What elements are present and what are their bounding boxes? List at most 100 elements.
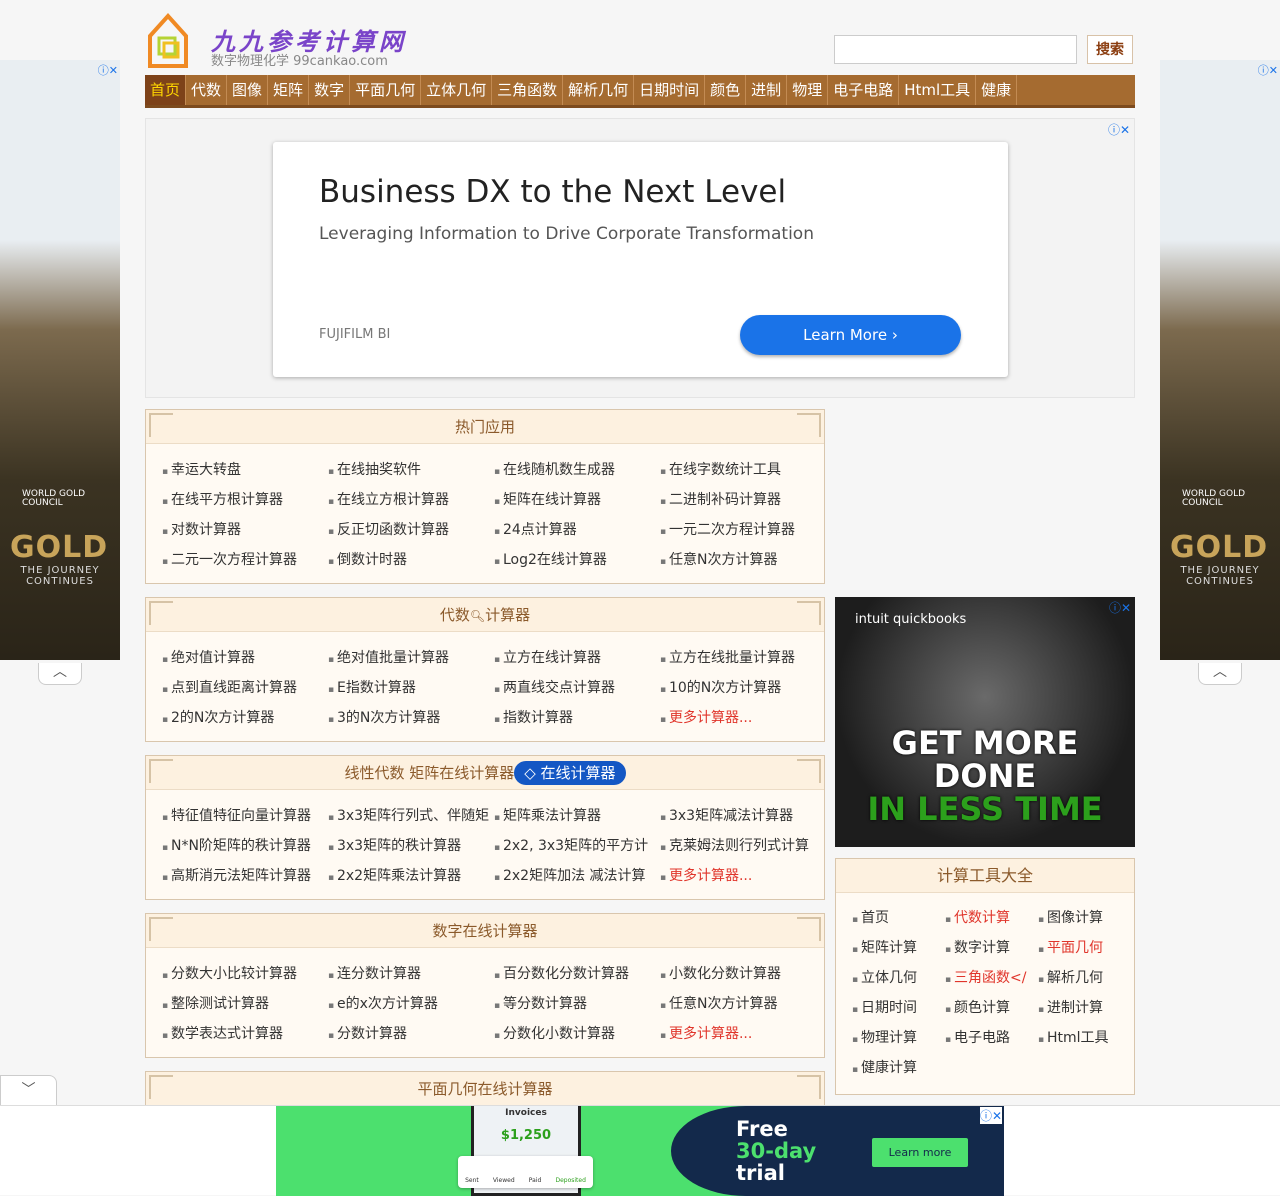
calculator-link[interactable]: 2x2矩阵加法 减法计算 [494,861,660,891]
ad-close-icon[interactable]: ⓘ✕ [98,62,118,78]
tool-link[interactable]: 电子电路 [945,1023,1038,1053]
tool-link[interactable]: 首页 [852,903,945,933]
ad-close-icon[interactable]: ⓘ✕ [979,1107,1002,1124]
tool-link[interactable]: 代数计算 [945,903,1038,933]
calculator-link[interactable]: 10的N次方计算器 [660,673,826,703]
right-side-ad[interactable]: ⓘ✕ WORLD GOLD COUNCIL GOLD THE JOURNEY C… [1160,60,1280,660]
calculator-link[interactable]: Log2在线计算器 [494,545,660,575]
nav-item[interactable]: 平面几何 [350,75,422,105]
calculator-link[interactable]: 3x3矩阵行列式、伴随矩 [328,801,494,831]
nav-item[interactable]: 数字 [309,75,351,105]
calculator-link[interactable]: 矩阵在线计算器 [494,485,660,515]
tool-link[interactable]: 解析几何 [1038,963,1131,993]
tool-link[interactable]: 日期时间 [852,993,945,1023]
calculator-link[interactable]: 任意N次方计算器 [660,545,826,575]
calculator-link[interactable]: 在线随机数生成器 [494,455,660,485]
calculator-link[interactable]: 等分数计算器 [494,989,660,1019]
nav-item[interactable]: 解析几何 [563,75,635,105]
ad-close-icon[interactable]: ⓘ✕ [1108,121,1130,138]
tool-link[interactable]: 矩阵计算 [852,933,945,963]
nav-item[interactable]: 图像 [227,75,269,105]
tool-link[interactable]: 物理计算 [852,1023,945,1053]
nav-item[interactable]: 代数 [186,75,228,105]
calculator-link[interactable]: 在线字数统计工具 [660,455,826,485]
chevron-up-icon[interactable]: ︿ [38,663,82,685]
calculator-link[interactable]: 矩阵乘法计算器 [494,801,660,831]
calculator-link[interactable]: 幸运大转盘 [162,455,328,485]
calculator-link[interactable]: 二元一次方程计算器 [162,545,328,575]
tool-link[interactable]: 图像计算 [1038,903,1131,933]
nav-item[interactable]: 立体几何 [421,75,493,105]
calculator-link[interactable]: 在线抽奖软件 [328,455,494,485]
tool-link[interactable]: 平面几何 [1038,933,1131,963]
learn-more-button[interactable]: Learn more [872,1138,968,1167]
calculator-link[interactable]: 在线立方根计算器 [328,485,494,515]
nav-item[interactable]: 物理 [787,75,829,105]
calculator-link[interactable]: 两直线交点计算器 [494,673,660,703]
calculator-link[interactable]: N*N阶矩阵的秩计算器 [162,831,328,861]
calculator-link[interactable]: 更多计算器... [660,703,826,733]
online-calculator-tag[interactable]: ◇ 在线计算器 [514,761,626,785]
learn-more-button[interactable]: Learn More › [740,315,961,355]
tool-link[interactable]: 进制计算 [1038,993,1131,1023]
site-logo[interactable]: 九九参考计算网 数字物理化学 99cankao.com [145,8,415,70]
calculator-link[interactable]: 一元二次方程计算器 [660,515,826,545]
calculator-link[interactable]: 分数计算器 [328,1019,494,1049]
calculator-link[interactable]: 任意N次方计算器 [660,989,826,1019]
calculator-link[interactable]: 24点计算器 [494,515,660,545]
calculator-link[interactable]: 3x3矩阵减法计算器 [660,801,826,831]
calculator-link[interactable]: 2x2, 3x3矩阵的平方计 [494,831,660,861]
calculator-link[interactable]: e的x次方计算器 [328,989,494,1019]
nav-item[interactable]: 日期时间 [634,75,706,105]
nav-item[interactable]: 首页 [145,75,187,105]
calculator-link[interactable]: 小数化分数计算器 [660,959,826,989]
nav-item[interactable]: 颜色 [705,75,747,105]
nav-item[interactable]: 三角函数 [492,75,564,105]
calculator-link[interactable]: 2的N次方计算器 [162,703,328,733]
calculator-link[interactable]: 更多计算器... [660,861,826,891]
nav-item[interactable]: 健康 [976,75,1018,105]
calculator-link[interactable]: 3的N次方计算器 [328,703,494,733]
calculator-link[interactable]: 数学表达式计算器 [162,1019,328,1049]
left-side-ad[interactable]: ⓘ✕ WORLD GOLD COUNCIL GOLD THE JOURNEY C… [0,60,120,660]
calculator-link[interactable]: 整除测试计算器 [162,989,328,1019]
calculator-link[interactable]: E指数计算器 [328,673,494,703]
calculator-link[interactable]: 指数计算器 [494,703,660,733]
calculator-link[interactable]: 对数计算器 [162,515,328,545]
tool-link[interactable]: 立体几何 [852,963,945,993]
bottom-ad[interactable]: Invoices $1,250 Sent Viewed Paid Deposited F… [276,1106,1004,1196]
nav-item[interactable]: 电子电路 [828,75,900,105]
calculator-link[interactable]: 2x2矩阵乘法计算器 [328,861,494,891]
search-button[interactable]: 搜索 [1087,35,1133,64]
calculator-link[interactable]: 立方在线计算器 [494,643,660,673]
calculator-link[interactable]: 二进制补码计算器 [660,485,826,515]
tool-link[interactable]: 三角函数</ [945,963,1038,993]
ad-close-icon[interactable]: ⓘ✕ [1109,599,1131,616]
calculator-link[interactable]: 在线平方根计算器 [162,485,328,515]
calculator-link[interactable]: 更多计算器... [660,1019,826,1049]
search-input[interactable] [834,35,1077,64]
tool-link[interactable]: Html工具 [1038,1023,1131,1053]
ad-close-icon[interactable]: ⓘ✕ [1258,62,1278,78]
calculator-link[interactable]: 分数大小比较计算器 [162,959,328,989]
nav-item[interactable]: 进制 [746,75,788,105]
chevron-up-icon[interactable]: ︿ [1198,663,1242,685]
calculator-link[interactable]: 3x3矩阵的秩计算器 [328,831,494,861]
calculator-link[interactable]: 连分数计算器 [328,959,494,989]
calculator-link[interactable]: 反正切函数计算器 [328,515,494,545]
tool-link[interactable]: 数字计算 [945,933,1038,963]
calculator-link[interactable]: 点到直线距离计算器 [162,673,328,703]
calculator-link[interactable]: 高斯消元法矩阵计算器 [162,861,328,891]
quickbooks-ad[interactable]: ⓘ✕ intuit quickbooks GET MORE DONE IN LESS… [835,597,1135,847]
calculator-link[interactable]: 百分数化分数计算器 [494,959,660,989]
calculator-link[interactable]: 特征值特征向量计算器 [162,801,328,831]
top-ad[interactable]: ⓘ✕ Business DX to the Next Level Leverag… [145,118,1135,398]
calculator-link[interactable]: 分数化小数计算器 [494,1019,660,1049]
calculator-link[interactable]: 倒数计时器 [328,545,494,575]
tool-link[interactable]: 健康计算 [852,1053,945,1083]
calculator-link[interactable]: 立方在线批量计算器 [660,643,826,673]
calculator-link[interactable]: 绝对值批量计算器 [328,643,494,673]
nav-item[interactable]: 矩阵 [268,75,310,105]
chevron-down-icon[interactable]: ﹀ [0,1075,57,1105]
calculator-link[interactable]: 克莱姆法则行列式计算 [660,831,826,861]
